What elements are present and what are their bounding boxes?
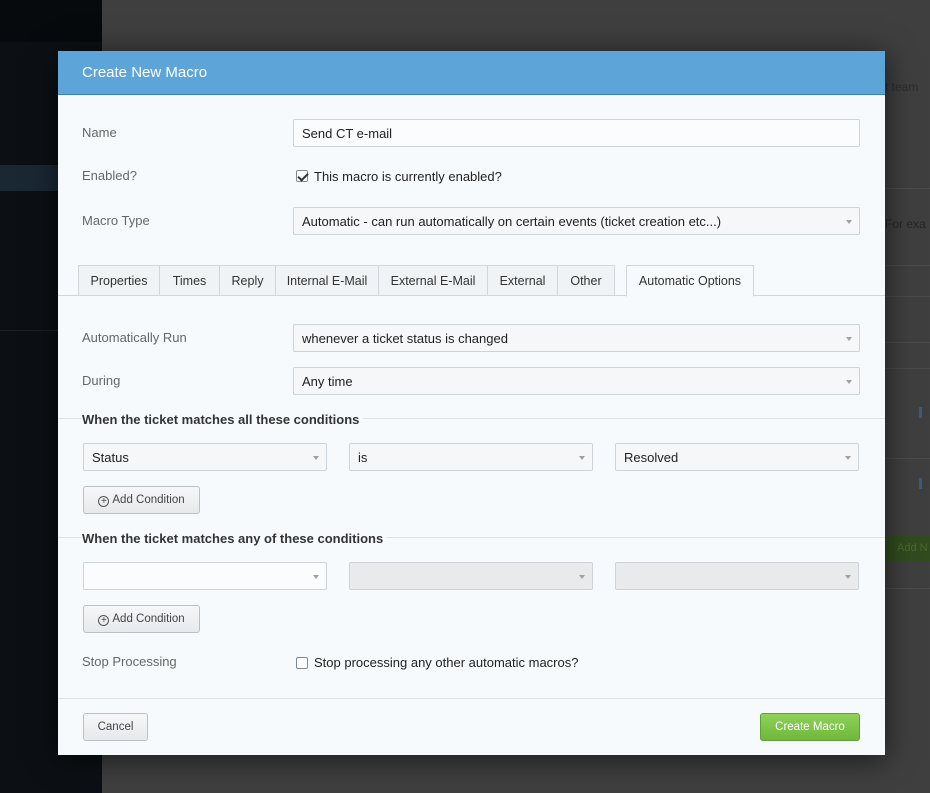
background-divider: [885, 188, 930, 189]
background-divider: [885, 342, 930, 343]
background-divider: [885, 265, 930, 266]
chevron-down-icon: [846, 380, 852, 384]
create-macro-button[interactable]: Create Macro: [760, 713, 860, 741]
any-condition-operator-select[interactable]: [349, 562, 593, 590]
during-select[interactable]: Any time: [293, 367, 860, 395]
during-label: During: [82, 373, 121, 388]
any-conditions-heading: When the ticket matches any of these con…: [82, 531, 388, 546]
all-condition-operator-value: is: [358, 450, 368, 465]
during-value: Any time: [302, 374, 353, 389]
chevron-down-icon: [845, 575, 851, 579]
macro-type-value: Automatic - can run automatically on cer…: [302, 214, 722, 229]
modal-title: Create New Macro: [82, 64, 208, 81]
tab-external[interactable]: External: [487, 265, 558, 296]
add-condition-all-button[interactable]: + Add Condition: [83, 486, 200, 514]
background-pin-icon: [919, 407, 922, 418]
background-divider: [885, 296, 930, 297]
macro-type-select[interactable]: Automatic - can run automatically on cer…: [293, 207, 860, 235]
tab-other[interactable]: Other: [557, 265, 615, 296]
background-divider: [885, 588, 930, 589]
chevron-down-icon: [845, 456, 851, 460]
name-label: Name: [82, 125, 117, 140]
cancel-button[interactable]: Cancel: [83, 713, 148, 741]
enabled-label: Enabled?: [82, 168, 137, 183]
macro-type-label: Macro Type: [82, 213, 150, 228]
tab-reply[interactable]: Reply: [219, 265, 276, 296]
any-condition-field-select[interactable]: [83, 562, 327, 590]
background-text-example: For exa: [885, 217, 926, 231]
all-condition-value-select[interactable]: Resolved: [615, 443, 859, 471]
add-condition-any-label: Add Condition: [112, 613, 185, 625]
plus-circle-icon: +: [98, 615, 110, 626]
background-text-team: t team: [885, 80, 919, 94]
all-condition-field-value: Status: [92, 450, 129, 465]
chevron-down-icon: [313, 575, 319, 579]
automatically-run-label: Automatically Run: [82, 330, 187, 345]
tab-external-email[interactable]: External E-Mail: [378, 265, 488, 296]
enabled-checkbox-label[interactable]: This macro is currently enabled?: [314, 169, 502, 184]
create-macro-modal: Create New Macro Name Send CT e-mail Ena…: [58, 51, 885, 755]
modal-footer: Cancel Create Macro: [58, 698, 885, 755]
stop-processing-label: Stop Processing: [82, 654, 177, 669]
all-condition-operator-select[interactable]: is: [349, 443, 593, 471]
background-divider: [885, 458, 930, 459]
tab-properties[interactable]: Properties: [78, 265, 160, 296]
automatically-run-select[interactable]: whenever a ticket status is changed: [293, 324, 860, 352]
background-pin-icon: [919, 478, 922, 489]
chevron-down-icon: [579, 456, 585, 460]
all-condition-field-select[interactable]: Status: [83, 443, 327, 471]
tab-internal-email[interactable]: Internal E-Mail: [275, 265, 379, 296]
tab-automatic-options[interactable]: Automatic Options: [626, 265, 754, 297]
all-conditions-heading: When the ticket matches all these condit…: [82, 412, 364, 427]
modal-header: Create New Macro: [58, 51, 885, 95]
automatically-run-value: whenever a ticket status is changed: [302, 331, 508, 346]
stop-processing-checkbox-label[interactable]: Stop processing any other automatic macr…: [314, 655, 578, 670]
plus-circle-icon: +: [98, 496, 110, 507]
enabled-checkbox[interactable]: [296, 170, 308, 182]
all-condition-value-value: Resolved: [624, 450, 679, 465]
chevron-down-icon: [846, 337, 852, 341]
chevron-down-icon: [313, 456, 319, 460]
stop-processing-checkbox[interactable]: [296, 657, 308, 669]
add-condition-any-button[interactable]: + Add Condition: [83, 605, 200, 633]
chevron-down-icon: [579, 575, 585, 579]
chevron-down-icon: [846, 220, 852, 224]
tab-times[interactable]: Times: [159, 265, 220, 296]
add-condition-all-label: Add Condition: [112, 494, 185, 506]
background-divider: [885, 368, 930, 369]
name-input[interactable]: Send CT e-mail: [293, 119, 860, 147]
background-add-button: Add N: [885, 536, 930, 562]
any-condition-value-select[interactable]: [615, 562, 859, 590]
